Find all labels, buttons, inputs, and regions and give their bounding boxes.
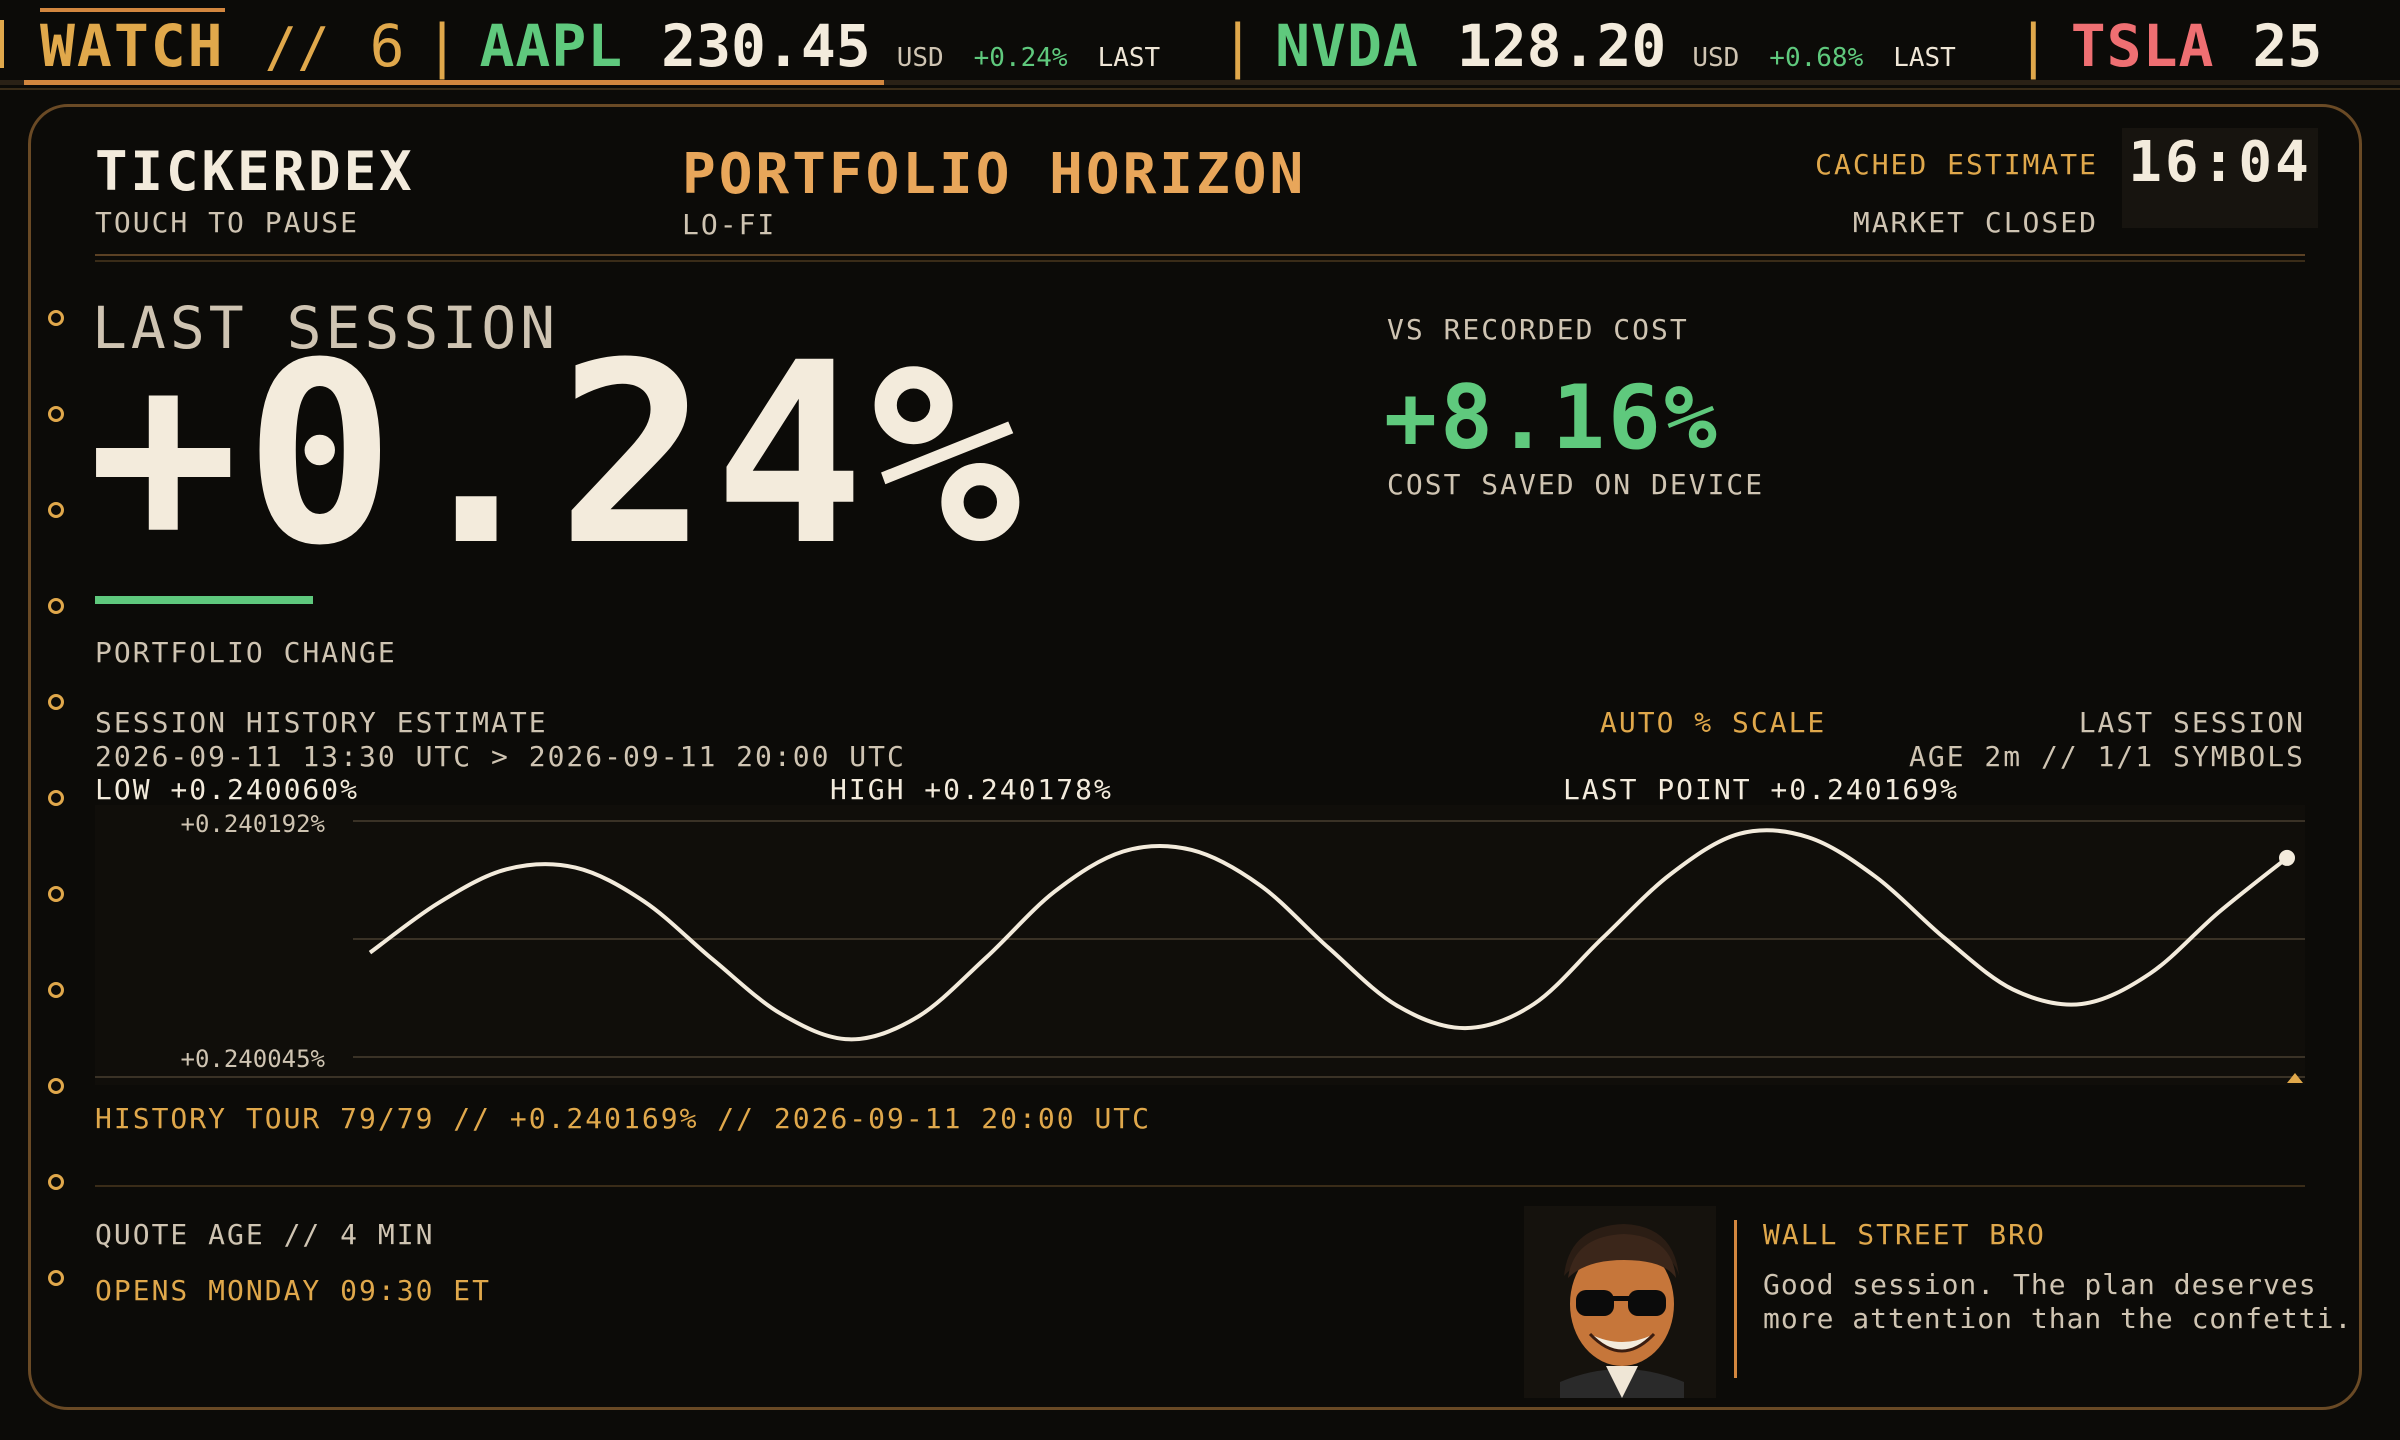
bro-avatar-icon <box>1524 1206 1716 1398</box>
high-stat: HIGH +0.240178% <box>830 773 1113 806</box>
history-chart[interactable]: +0.240192% +0.240045% <box>95 805 2305 1085</box>
ticker-divider: | <box>2015 12 2051 80</box>
ticker-currency: USD <box>896 43 944 73</box>
rail-dot[interactable] <box>48 406 64 422</box>
cost-label: VS RECORDED COST <box>1387 313 1689 346</box>
pause-hint[interactable]: TOUCH TO PAUSE <box>95 206 359 239</box>
history-age: AGE 2m // 1/1 SYMBOLS <box>1908 740 2305 773</box>
ticker-row: WATCH // 6 | AAPL 230.45 USD +0.24% LAST… <box>0 8 2348 80</box>
ticker-status: LAST <box>1097 43 1161 73</box>
ticker-watch-label: WATCH <box>40 8 225 80</box>
ticker-progress-bar <box>24 80 884 85</box>
ticker-symbol[interactable]: AAPL <box>479 12 623 80</box>
last-point-stat: LAST POINT +0.240169% <box>1563 773 1960 806</box>
portfolio-change-caption: PORTFOLIO CHANGE <box>95 636 397 669</box>
page-subtitle: LO-FI <box>682 208 777 241</box>
rail-dot[interactable] <box>48 502 64 518</box>
ticker-currency: USD <box>1692 43 1740 73</box>
ticker-change: +0.24% <box>973 43 1068 73</box>
header-divider <box>95 254 2305 262</box>
page-title: PORTFOLIO HORIZON <box>682 142 1307 207</box>
low-stat: LOW +0.240060% <box>95 773 360 806</box>
market-open-time: OPENS MONDAY 09:30 ET <box>95 1274 492 1307</box>
history-title: SESSION HISTORY ESTIMATE <box>95 706 548 739</box>
rail-dot[interactable] <box>48 1174 64 1190</box>
ticker-symbol[interactable]: NVDA <box>1275 12 1419 80</box>
series-line <box>368 828 2289 1042</box>
scale-toggle[interactable]: AUTO % SCALE <box>1600 706 1826 739</box>
ticker-separator: // <box>264 16 330 79</box>
market-status: MARKET CLOSED <box>1852 206 2098 239</box>
footer-divider <box>95 1185 2305 1187</box>
last-point-marker <box>2279 849 2295 866</box>
y-tick-label-top: +0.240192% <box>181 810 326 838</box>
cache-status: CACHED ESTIMATE <box>1815 148 2098 181</box>
ticker-price: 128.20 <box>1456 12 1667 80</box>
series-line-group <box>368 828 2295 1042</box>
portfolio-change-value: +0.24% <box>88 309 1028 600</box>
ticker-change: +0.68% <box>1769 43 1864 73</box>
rail-dot[interactable] <box>48 886 64 902</box>
ticker-price: 25 <box>2252 12 2323 80</box>
y-tick-label-bottom: +0.240045% <box>181 1045 326 1073</box>
change-indicator-bar <box>95 596 313 604</box>
rail-dot[interactable] <box>48 1270 64 1286</box>
rail-dot[interactable] <box>48 310 64 326</box>
rail-dot[interactable] <box>48 790 64 806</box>
ticker-symbol[interactable]: TSLA <box>2071 12 2215 80</box>
rail-dot[interactable] <box>48 694 64 710</box>
ticker-watch-count: 6 <box>369 12 405 80</box>
bro-avatar <box>1524 1206 1716 1398</box>
ticker-divider: | <box>1220 12 1256 80</box>
rail-dot[interactable] <box>48 982 64 998</box>
ticker-status: LAST <box>1893 43 1956 73</box>
history-range: 2026-09-11 13:30 UTC > 2026-09-11 20:00 … <box>95 740 906 773</box>
bro-name: WALL STREET BRO <box>1763 1218 2046 1251</box>
ticker-price: 230.45 <box>661 12 871 80</box>
quote-age: QUOTE AGE // 4 MIN <box>95 1218 435 1251</box>
bro-divider <box>1734 1220 1737 1378</box>
brand-logo[interactable]: TICKERDEX <box>95 140 415 203</box>
cost-caption: COST SAVED ON DEVICE <box>1387 468 1765 501</box>
history-chart-svg[interactable]: +0.240192% +0.240045% <box>95 805 2305 1085</box>
rail-dot[interactable] <box>48 598 64 614</box>
clock: 16:04 <box>2122 128 2318 228</box>
ticker-strip[interactable]: WATCH // 6 | AAPL 230.45 USD +0.24% LAST… <box>0 0 2400 90</box>
history-session: LAST SESSION <box>2078 706 2305 739</box>
rail-dot[interactable] <box>48 1078 64 1094</box>
cost-change-value: +8.16% <box>1384 366 1720 469</box>
ticker-divider: | <box>424 12 460 80</box>
history-tour-status[interactable]: HISTORY TOUR 79/79 // +0.240169% // 2026… <box>95 1102 1151 1135</box>
bro-message: Good session. The plan deserves more att… <box>1763 1268 2353 1335</box>
